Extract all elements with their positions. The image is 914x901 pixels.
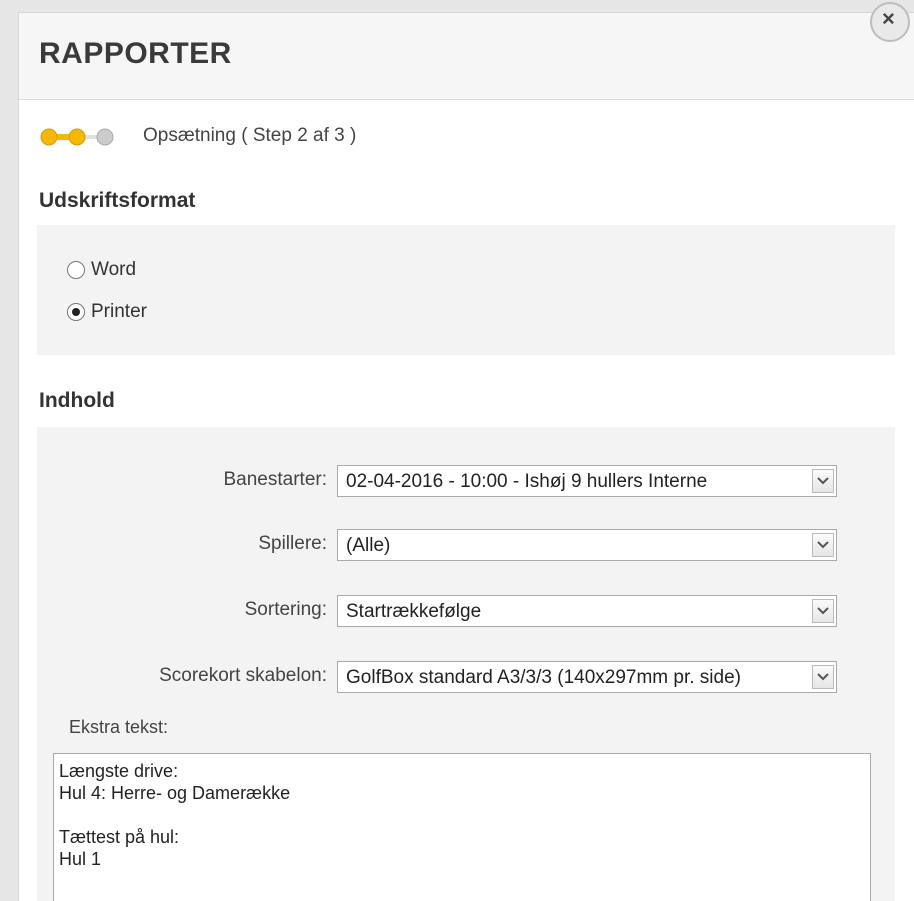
sortering-label: Sortering: xyxy=(244,599,327,620)
sortering-value: Startrækkefølge xyxy=(346,601,482,622)
close-icon[interactable]: × xyxy=(882,6,895,32)
content-section-title: Indhold xyxy=(39,389,115,412)
step-dot-3 xyxy=(96,128,114,146)
chevron-down-icon[interactable] xyxy=(812,665,834,689)
step-dot-1 xyxy=(40,128,58,146)
dialog-header: RAPPORTER xyxy=(19,13,914,100)
format-panel: Word Printer xyxy=(37,225,895,355)
report-dialog: RAPPORTER Opsætning ( Step 2 af 3 ) Udsk… xyxy=(18,12,914,901)
sortering-select[interactable]: Startrækkefølge xyxy=(337,595,837,627)
banestarter-select[interactable]: 02-04-2016 - 10:00 - Ishøj 9 hullers Int… xyxy=(337,465,837,497)
scorekort-label: Scorekort skabelon: xyxy=(159,665,327,686)
banestarter-label: Banestarter: xyxy=(223,469,328,490)
step-text: Opsætning ( Step 2 af 3 ) xyxy=(143,125,357,146)
extra-text-line: Hul 1 xyxy=(59,849,102,869)
extra-text-label: Ekstra tekst: xyxy=(69,717,169,737)
spillere-select[interactable]: (Alle) xyxy=(337,529,837,561)
extra-text-line: Hul 4: Herre- og Damerække xyxy=(59,783,291,803)
extra-text-line xyxy=(59,804,865,826)
dialog-title: RAPPORTER xyxy=(39,37,232,70)
scorekort-select[interactable]: GolfBox standard A3/3/3 (140x297mm pr. s… xyxy=(337,661,837,693)
radio-word-label: Word xyxy=(91,259,137,280)
chevron-down-icon[interactable] xyxy=(812,599,834,623)
extra-text-area[interactable]: Længste drive: Hul 4: Herre- og Damerækk… xyxy=(53,753,871,901)
radio-word-circle[interactable] xyxy=(67,261,85,279)
step-progress-icon xyxy=(40,128,114,146)
extra-text-line: Længste drive: xyxy=(59,761,179,781)
radio-printer-label: Printer xyxy=(91,301,147,322)
chevron-down-icon[interactable] xyxy=(812,469,834,493)
spillere-value: (Alle) xyxy=(346,535,391,556)
close-button[interactable]: × xyxy=(870,2,910,42)
extra-text-line: Tættest på hul: xyxy=(59,827,180,847)
banestarter-value: 02-04-2016 - 10:00 - Ishøj 9 hullers Int… xyxy=(346,471,708,492)
format-section-title: Udskriftsformat xyxy=(39,189,196,212)
scorekort-value: GolfBox standard A3/3/3 (140x297mm pr. s… xyxy=(346,667,741,688)
radio-printer-circle[interactable] xyxy=(67,303,85,321)
step-dot-2 xyxy=(68,128,86,146)
chevron-down-icon[interactable] xyxy=(812,533,834,557)
spillere-label: Spillere: xyxy=(258,533,327,554)
